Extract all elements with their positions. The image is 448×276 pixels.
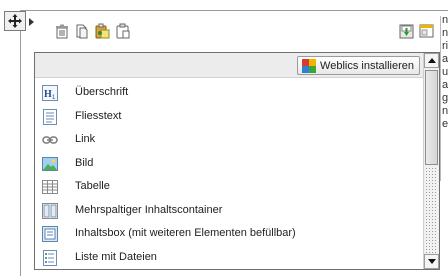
menu-item-label: Bild xyxy=(75,156,94,169)
menu-scrollbar[interactable] xyxy=(423,53,439,269)
background-divider xyxy=(440,16,441,181)
columns-icon xyxy=(42,202,58,219)
install-weblics-button[interactable]: Weblics installieren xyxy=(297,56,420,75)
menu-item-text[interactable]: Fliesstext xyxy=(35,105,424,129)
image-icon xyxy=(42,156,58,171)
text-icon xyxy=(43,108,57,125)
menu-item-image[interactable]: Bild xyxy=(35,152,424,176)
background-text-line: ri xyxy=(442,40,448,52)
background-text-line: ac xyxy=(442,53,448,65)
scrollbar-track[interactable] xyxy=(425,167,438,253)
arrow-up-icon xyxy=(427,58,436,63)
element-list: H 1 Überschrift Fliesstext Link Bild Tab… xyxy=(35,81,424,269)
paste-icon[interactable] xyxy=(94,23,110,39)
background-text-column: n n ri ac ur a g n e xyxy=(442,14,448,131)
heading-icon: H 1 xyxy=(42,85,58,101)
box-icon xyxy=(42,226,58,242)
background-text-line: g xyxy=(442,92,448,104)
menu-item-label: Link xyxy=(75,133,96,145)
background-text-line: n xyxy=(442,27,448,39)
background-text-line: ur xyxy=(442,66,448,78)
scroll-down-button[interactable] xyxy=(424,254,439,269)
menu-item-label: Fliesstext xyxy=(75,109,122,122)
link-icon xyxy=(42,136,58,144)
puzzle-icon xyxy=(302,58,317,73)
menu-item-link[interactable]: Link xyxy=(35,128,424,152)
scroll-up-button[interactable] xyxy=(424,53,439,68)
window-icon[interactable] xyxy=(418,23,434,39)
trash-icon[interactable] xyxy=(54,23,70,39)
svg-text:H: H xyxy=(44,89,52,100)
menu-item-box[interactable]: Inhaltsbox (mit weiteren Elementen befül… xyxy=(35,222,424,246)
file-list-icon xyxy=(43,249,57,266)
install-row: Weblics installieren xyxy=(35,53,424,78)
menu-item-label: Mehrspaltiger Inhaltscontainer xyxy=(75,203,223,216)
menu-item-heading[interactable]: H 1 Überschrift xyxy=(35,81,424,105)
scrollbar-thumb[interactable] xyxy=(425,70,438,165)
background-text-line: e xyxy=(442,118,448,130)
editor-stage: n n ri ac ur a g n e xyxy=(0,0,448,276)
element-toolbar xyxy=(20,10,440,52)
menu-item-label: Inhaltsbox (mit weiteren Elementen befül… xyxy=(75,227,296,239)
menu-item-columns[interactable]: Mehrspaltiger Inhaltscontainer xyxy=(35,199,424,223)
menu-item-file-list[interactable]: Liste mit Dateien xyxy=(35,246,424,270)
clipboard-icon[interactable] xyxy=(115,23,131,39)
table-icon xyxy=(42,180,58,194)
menu-item-label: Überschrift xyxy=(75,86,129,98)
menu-item-label: Tabelle xyxy=(75,180,110,192)
install-weblics-label: Weblics installieren xyxy=(320,59,414,72)
copy-icon[interactable] xyxy=(74,23,90,39)
menu-item-table[interactable]: Tabelle xyxy=(35,175,424,199)
background-text-line: a xyxy=(442,79,448,91)
menu-item-label: Liste mit Dateien xyxy=(75,250,157,263)
insert-element-menu: Weblics installieren H 1 Überschrift Fli… xyxy=(34,52,440,270)
background-text-line: n xyxy=(442,14,448,26)
save-icon[interactable] xyxy=(398,23,414,39)
background-text-line: n xyxy=(442,105,448,117)
arrow-down-icon xyxy=(427,259,436,264)
